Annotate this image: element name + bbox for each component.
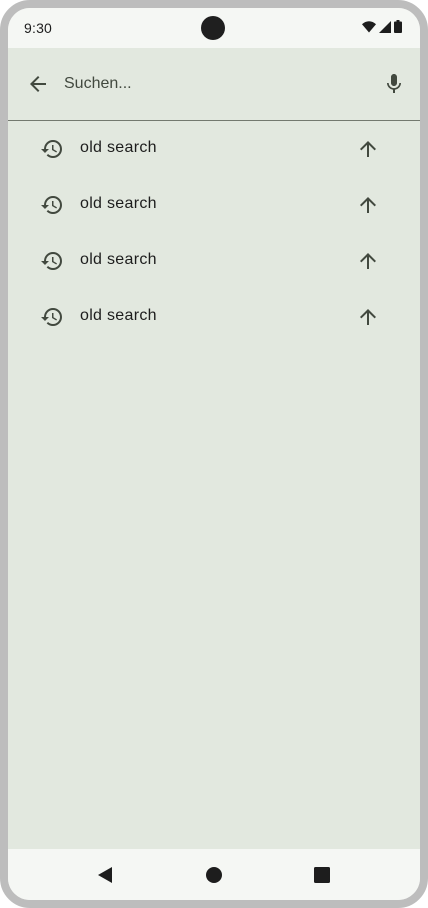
nav-back-button[interactable] [93,863,117,887]
suggestion-label: old search [80,195,157,212]
history-icon [40,305,64,329]
recents-square-icon [314,867,330,883]
suggestions-list: old search old search old search old sea… [8,121,420,849]
nav-recents-button[interactable] [310,863,334,887]
suggestion-label: old search [80,139,157,156]
suggestion-item[interactable]: old search [8,177,420,233]
voice-search-button[interactable] [376,66,412,102]
nav-home-button[interactable] [202,863,226,887]
device-frame: 9:30 Suchen... old search old search old… [0,0,428,908]
history-icon [40,193,64,217]
wifi-icon [362,20,376,33]
back-button[interactable] [20,66,56,102]
suggestion-item[interactable]: old search [8,233,420,289]
history-icon [40,249,64,273]
fill-query-button[interactable] [356,305,380,329]
battery-icon [394,20,402,33]
status-time: 9:30 [24,20,53,36]
mic-icon [382,72,406,96]
system-nav-bar [8,849,420,900]
history-icon [40,137,64,161]
back-triangle-icon [98,867,112,883]
suggestion-label: old search [80,251,157,268]
arrow-back-icon [26,72,50,96]
fill-query-button[interactable] [356,137,380,161]
home-circle-icon [206,867,222,883]
signal-icon [379,20,391,33]
fill-query-button[interactable] [356,249,380,273]
search-bar [8,48,420,121]
suggestion-item[interactable]: old search [8,121,420,177]
arrow-up-icon [360,197,376,213]
arrow-up-icon [360,253,376,269]
fill-query-button[interactable] [356,193,380,217]
suggestion-label: old search [80,307,157,324]
status-bar: 9:30 [8,8,420,48]
camera-cutout [201,16,225,40]
status-icons [362,20,402,33]
search-input[interactable] [64,70,364,98]
suggestion-item[interactable]: old search [8,289,420,345]
arrow-up-icon [360,141,376,157]
arrow-up-icon [360,309,376,325]
